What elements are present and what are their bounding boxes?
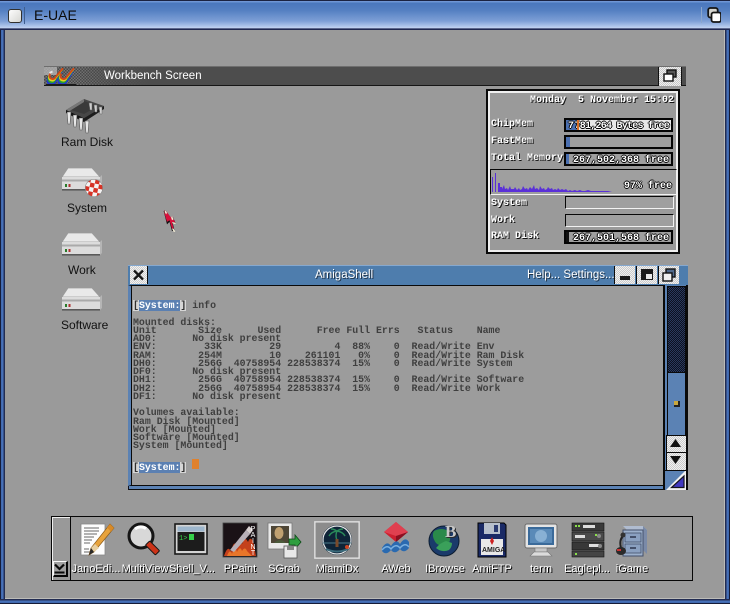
svg-text:T: T [251, 550, 256, 557]
svg-text:1>: 1> [179, 535, 187, 543]
svg-text:B: B [445, 522, 456, 541]
svg-text:AMIGA: AMIGA [482, 547, 505, 554]
